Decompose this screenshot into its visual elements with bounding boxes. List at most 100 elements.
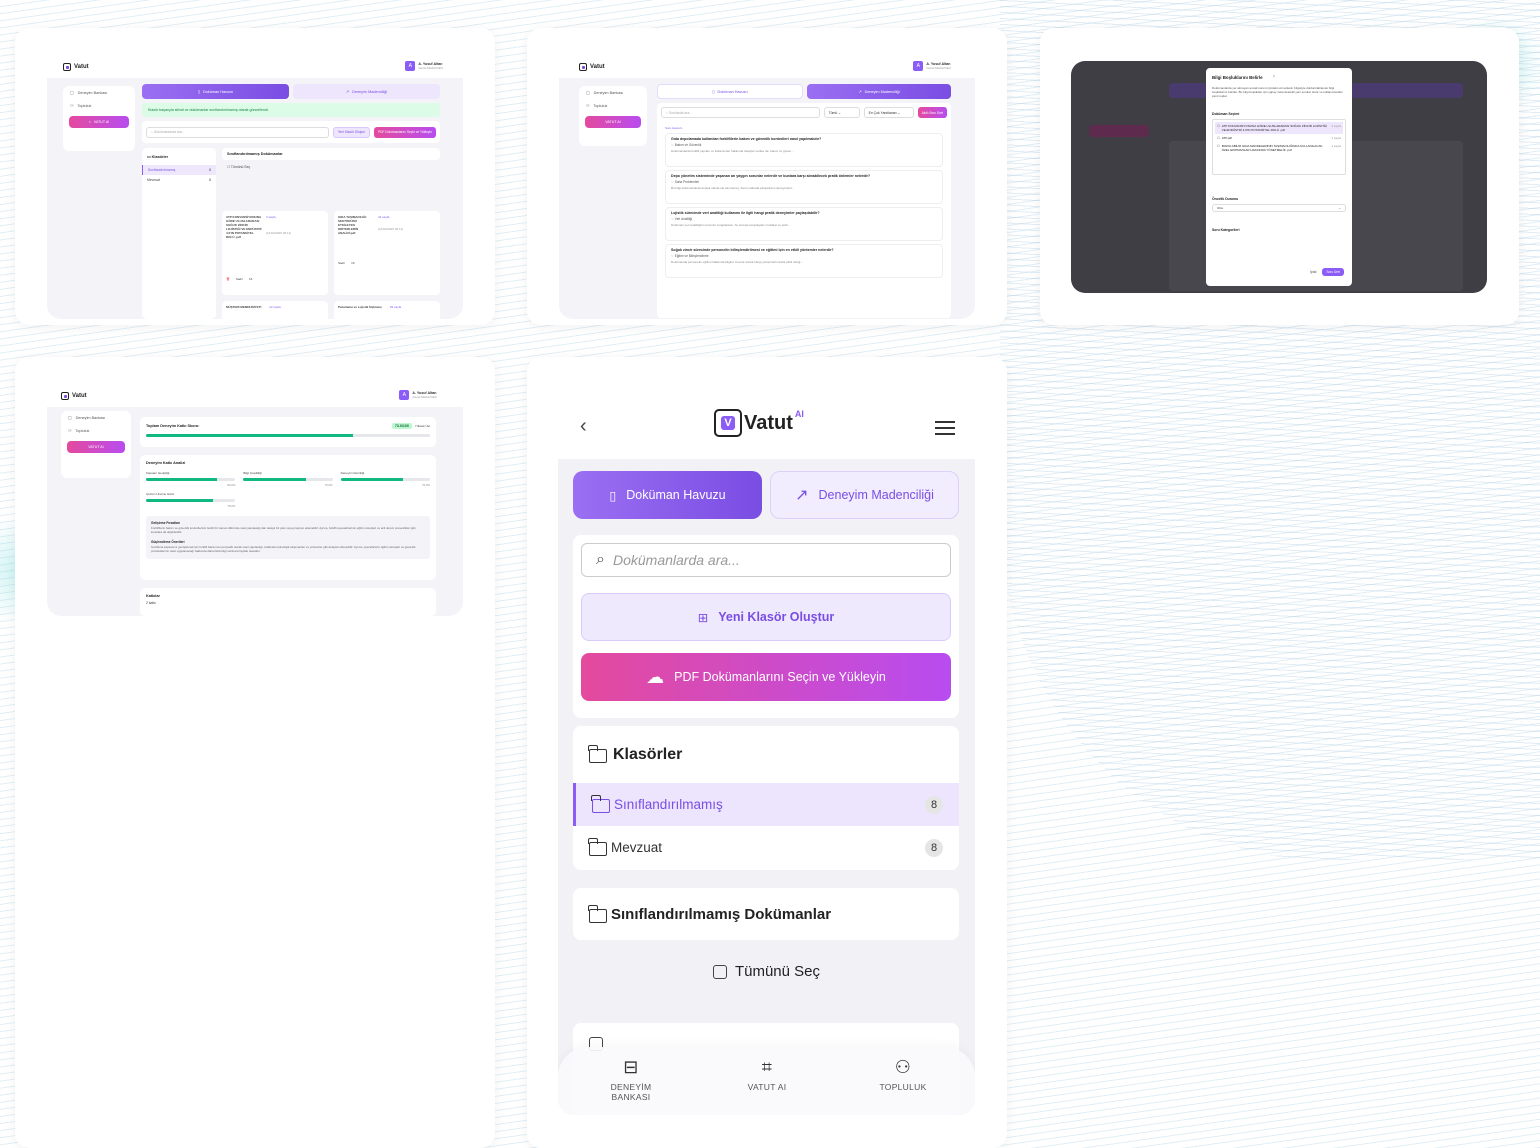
question-card[interactable]: Gıda depolamada kullanılan forkliftlerin… — [665, 133, 943, 167]
generate-submit-button[interactable]: Soru Üret — [1322, 268, 1344, 276]
folder-icon: ▭ — [147, 155, 151, 159]
pick-icon: ↗ — [795, 487, 809, 504]
folder-item-mevzuat[interactable]: Mevzuat 8 — [573, 826, 959, 869]
tab-experience-mining[interactable]: ↗ Deneyim Madenciliği — [293, 84, 440, 99]
search-input[interactable]: ⌕ Dokümanlarda ara... — [581, 543, 951, 577]
main-tabs: ▯ Doküman Havuzu ↗ Deneyim Madenciliği — [657, 84, 951, 99]
cancel-button[interactable]: İptal — [1310, 270, 1316, 274]
vatut-logo[interactable]: Vatut — [63, 63, 89, 71]
menu-icon[interactable] — [935, 421, 955, 435]
analysis-panel: Deneyim Katkı Analizi Kapsam Genişliği 80… — [140, 455, 436, 580]
avatar: A — [405, 61, 416, 71]
vatut-ai-button[interactable]: ⌗ VATUT AI — [69, 116, 129, 128]
document-card[interactable]: ATP KONVANSİYONUNA GÖRE ULUSLARARASI SOĞ… — [222, 211, 328, 295]
chip-icon: ⌗ — [761, 1057, 773, 1077]
app-frame: Vatut A A. Yusuf Altan Genel Müdür/CEO ▢ D… — [47, 56, 463, 319]
nav-community[interactable]: ⚇ TOPLULUK — [872, 1057, 934, 1092]
generate-questions-button[interactable]: Akıllı Soru Üret — [917, 107, 947, 118]
question-card[interactable]: Depo yönetim sisteminde yaşanan arı yayg… — [665, 170, 943, 204]
sort-select[interactable]: En Çok Yanıtlanan ⌄ — [863, 107, 914, 118]
success-alert: Klasör başarıyla silindi ve dokümanlar s… — [142, 103, 440, 117]
folder-icon — [588, 838, 607, 856]
doc-option[interactable]: ☐ ATP.pdf 3 sayfa — [1215, 134, 1343, 142]
tab-experience-mining[interactable]: ↗ Deneyim Madenciliği — [770, 471, 959, 519]
tab-document-pool[interactable]: ▯ Doküman Havuzu — [657, 84, 803, 99]
document-card[interactable]: MÜŞTERİ MEMNUNİYETİ 22 sayfa — [222, 301, 328, 319]
app-frame: Vatut A A. Yusuf Altan Genel Müdür/CEO ▢ De… — [559, 56, 975, 319]
topic-filter-select[interactable]: Tümü ⌄ — [823, 107, 860, 118]
document-card[interactable]: GIDA TAŞIMACILIĞI SEKTÖRÜNÜ ETKİLEYEN KR… — [334, 211, 440, 295]
folder-icon — [588, 904, 607, 923]
search-input[interactable]: ⌕ Dokümanlarda ara... — [146, 126, 329, 138]
folders-title: ▭ Klasörler — [147, 155, 169, 159]
doc-option[interactable]: ☐ BOZULABİLİR GIDA MADDELERİNİN TAŞIMACIL… — [1215, 142, 1343, 154]
actions-panel: ⌕ Dokümanlarda ara... ⊞ Yeni Klasör Oluştu… — [573, 535, 959, 718]
select-all-checkbox[interactable]: Tümünü Seç — [558, 963, 975, 980]
user-menu[interactable]: A A. Yusuf Altan Genel Müdür/CEO — [405, 61, 443, 71]
bottom-nav: ⊟ DENEYİM BANKASI ⌗ VATUT AI ⚇ TOPLULUK — [558, 1047, 975, 1115]
folder-icon — [591, 795, 610, 813]
sidebar-item-community[interactable]: ⚇ Topluluk — [61, 424, 131, 437]
question-card[interactable]: Soğuk zincir sürecinde personelin bilinç… — [665, 244, 943, 278]
question-card[interactable]: Lojistik sürecinde veri analitiği kullan… — [665, 207, 943, 241]
folder-count-badge: 8 — [209, 168, 211, 172]
pick-icon: ↗ — [858, 90, 862, 94]
screenshot-card-modal: Bilgi Boşluklarını Belirle × Dokümanlarda… — [1040, 28, 1519, 325]
screenshot-card-document-pool: Vatut A A. Yusuf Altan Genel Müdür/CEO ▢ D… — [15, 28, 495, 325]
screenshot-card-experience-mining: Vatut A A. Yusuf Altan Genel Müdür/CEO ▢ De… — [527, 28, 1007, 325]
new-folder-button[interactable]: ⊞ Yeni Klasör Oluştur — [581, 593, 951, 641]
metric-item: Kapsam Genişliği 80.0% — [146, 471, 236, 487]
folders-panel: Klasörler Sınıflandırılmamış 8 Mevzuat 8 — [573, 726, 959, 870]
modal-title: Bilgi Boşluklarını Belirle — [1212, 74, 1263, 80]
tab-experience-mining[interactable]: ↗ Deneyim Madenciliği — [807, 84, 951, 99]
vatut-logo[interactable]: V Vatut AI — [714, 409, 804, 437]
close-icon[interactable]: × — [1273, 74, 1276, 80]
doc-option[interactable]: ☐ ATP KONVANSİYONUNA GÖRE ULUSLARARASI SO… — [1215, 122, 1343, 135]
nav-vatut-ai[interactable]: ⌗ VATUT AI — [736, 1057, 798, 1092]
metric-progress — [146, 478, 236, 481]
main-tabs: ▯ Doküman Havuzu ↗ Deneyim Madenciliği — [142, 84, 440, 99]
vatut-ai-button[interactable]: VATUT AI — [67, 441, 125, 453]
sidebar: ▢ Deneyim Bankası ⚇ Topluluk VATUT AI — [61, 411, 131, 478]
logo-text: Vatut — [74, 64, 89, 70]
vatut-logo[interactable]: Vatut — [61, 392, 87, 400]
screenshot-card-score: Vatut A A. Yusuf Altan Genel Müdür/CEO ▢ De… — [15, 357, 495, 1148]
select-all-checkbox[interactable]: ☐ Tümünü Seç — [222, 160, 440, 174]
question-search-input[interactable]: ⌕ Sorularda ara... — [661, 107, 820, 118]
chip-icon — [63, 63, 71, 71]
mobile-frame: ‹ V Vatut AI ▯ Doküman Havuzu ↗ Deneyim Mad… — [558, 387, 975, 1115]
vatut-ai-button[interactable]: VATUT AI — [585, 116, 641, 128]
folder-item-mevzuat[interactable]: Mevzuat 8 — [142, 175, 216, 185]
back-button[interactable]: ‹ — [580, 415, 587, 438]
doc-selection-label: Doküman Seçimi — [1212, 112, 1240, 117]
vatut-logo[interactable]: Vatut — [579, 63, 605, 71]
chip-icon: ⌗ — [88, 120, 91, 124]
user-menu[interactable]: A A. Yusuf Altan Genel Müdür/CEO — [399, 390, 437, 400]
briefcase-icon: ▢ — [68, 416, 72, 420]
folders-title: Klasörler — [573, 726, 959, 783]
sidebar-item-experience-bank[interactable]: ▢ Deneyim Bankası — [579, 86, 647, 99]
delete-icon[interactable]: 🗑 — [226, 277, 230, 281]
tab-document-pool[interactable]: ▯ Doküman Havuzu — [573, 471, 762, 519]
folder-item-unclassified[interactable]: Sınıflandırılmamış 8 — [573, 783, 959, 826]
metric-item: Deneyim Derinliği 70.0% — [340, 471, 430, 487]
briefcase-icon: ▢ — [586, 91, 590, 95]
sidebar-item-community[interactable]: ⚇ Topluluk — [579, 99, 647, 112]
sidebar-item-experience-bank[interactable]: ▢ Deneyim Bankası — [61, 411, 131, 424]
tab-document-pool[interactable]: ▯ Doküman Havuzu — [142, 84, 289, 99]
priority-select[interactable]: Orta ⌄ — [1212, 204, 1346, 213]
section-label: Soru Havuzu — [665, 126, 683, 130]
new-folder-button[interactable]: Yeni Klasör Oluştur — [332, 126, 371, 138]
upload-button[interactable]: ☁ PDF Dokümanlarını Seçin ve Yükleyin — [581, 653, 951, 701]
folder-item-unclassified[interactable]: Sınıflandırılmamış 8 — [142, 165, 216, 175]
users-icon: ⚇ — [70, 104, 74, 108]
documents-panel: Sınıflandırılmamış Dokümanlar ☐ Tümünü S… — [222, 148, 440, 319]
sidebar-item-experience-bank[interactable]: ▢ Deneyim Bankası — [63, 86, 135, 99]
upload-button[interactable]: PDF Dokümanlarını Seçin ve Yükleyin — [374, 126, 436, 138]
nav-experience-bank[interactable]: ⊟ DENEYİM BANKASI — [602, 1057, 660, 1102]
questions-panel: ⌕ Sorularda ara... Tümü ⌄ En Çok Yanıtla… — [657, 103, 951, 318]
user-menu[interactable]: A A. Yusuf Altan Genel Müdür/CEO — [913, 61, 951, 71]
doc-selection-list[interactable]: ☐ ATP KONVANSİYONUNA GÖRE ULUSLARARASI SO… — [1212, 119, 1346, 176]
sidebar-item-community[interactable]: ⚇ Topluluk — [63, 99, 135, 112]
document-card[interactable]: Pazarlama ve Lojistik İlişkisine 29 sayfa — [334, 301, 440, 319]
